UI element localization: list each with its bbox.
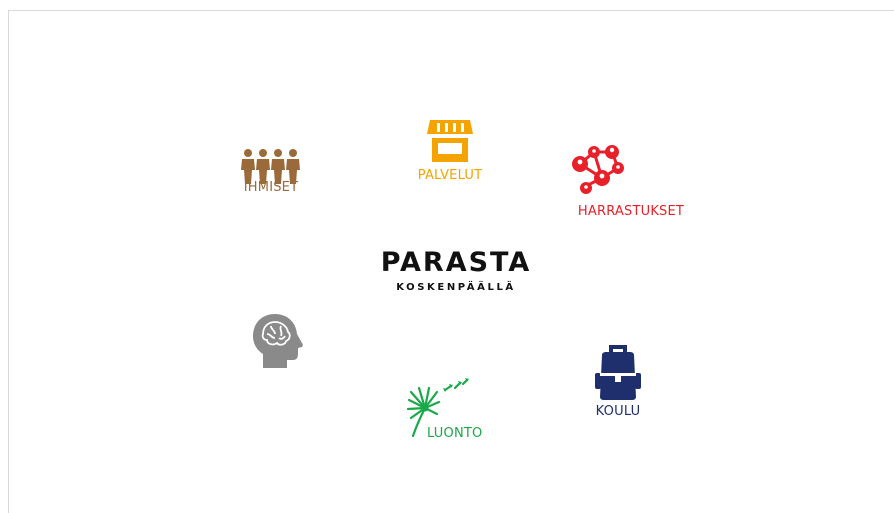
tile-harrastukset[interactable]: HARRASTUKSET [566, 142, 696, 219]
brain-head-icon [251, 312, 303, 370]
tile-label-palvelut: PALVELUT [417, 168, 483, 183]
backpack-icon [594, 343, 642, 401]
brand-logo: PARASTA KOSKENPÄÄLLÄ [374, 247, 538, 295]
brand-subtitle: KOSKENPÄÄLLÄ [396, 282, 516, 293]
storefront-icon [426, 118, 474, 164]
tile-luonto[interactable]: LUONTO [405, 378, 505, 441]
brand-title: PARASTA [380, 247, 532, 278]
network-people-icon [566, 142, 630, 198]
tile-label-ihmiset: IHMISET [243, 180, 299, 195]
tile-koulu[interactable]: KOULU [587, 343, 649, 419]
tile-label-koulu: KOULU [595, 404, 641, 419]
tile-palvelut[interactable]: PALVELUT [410, 118, 490, 183]
tile-ihmiset[interactable]: IHMISET [234, 148, 308, 195]
tile-mind[interactable] [250, 312, 304, 370]
tile-label-harrastukset: HARRASTUKSET [577, 204, 685, 219]
tile-label-luonto: LUONTO [427, 426, 483, 441]
